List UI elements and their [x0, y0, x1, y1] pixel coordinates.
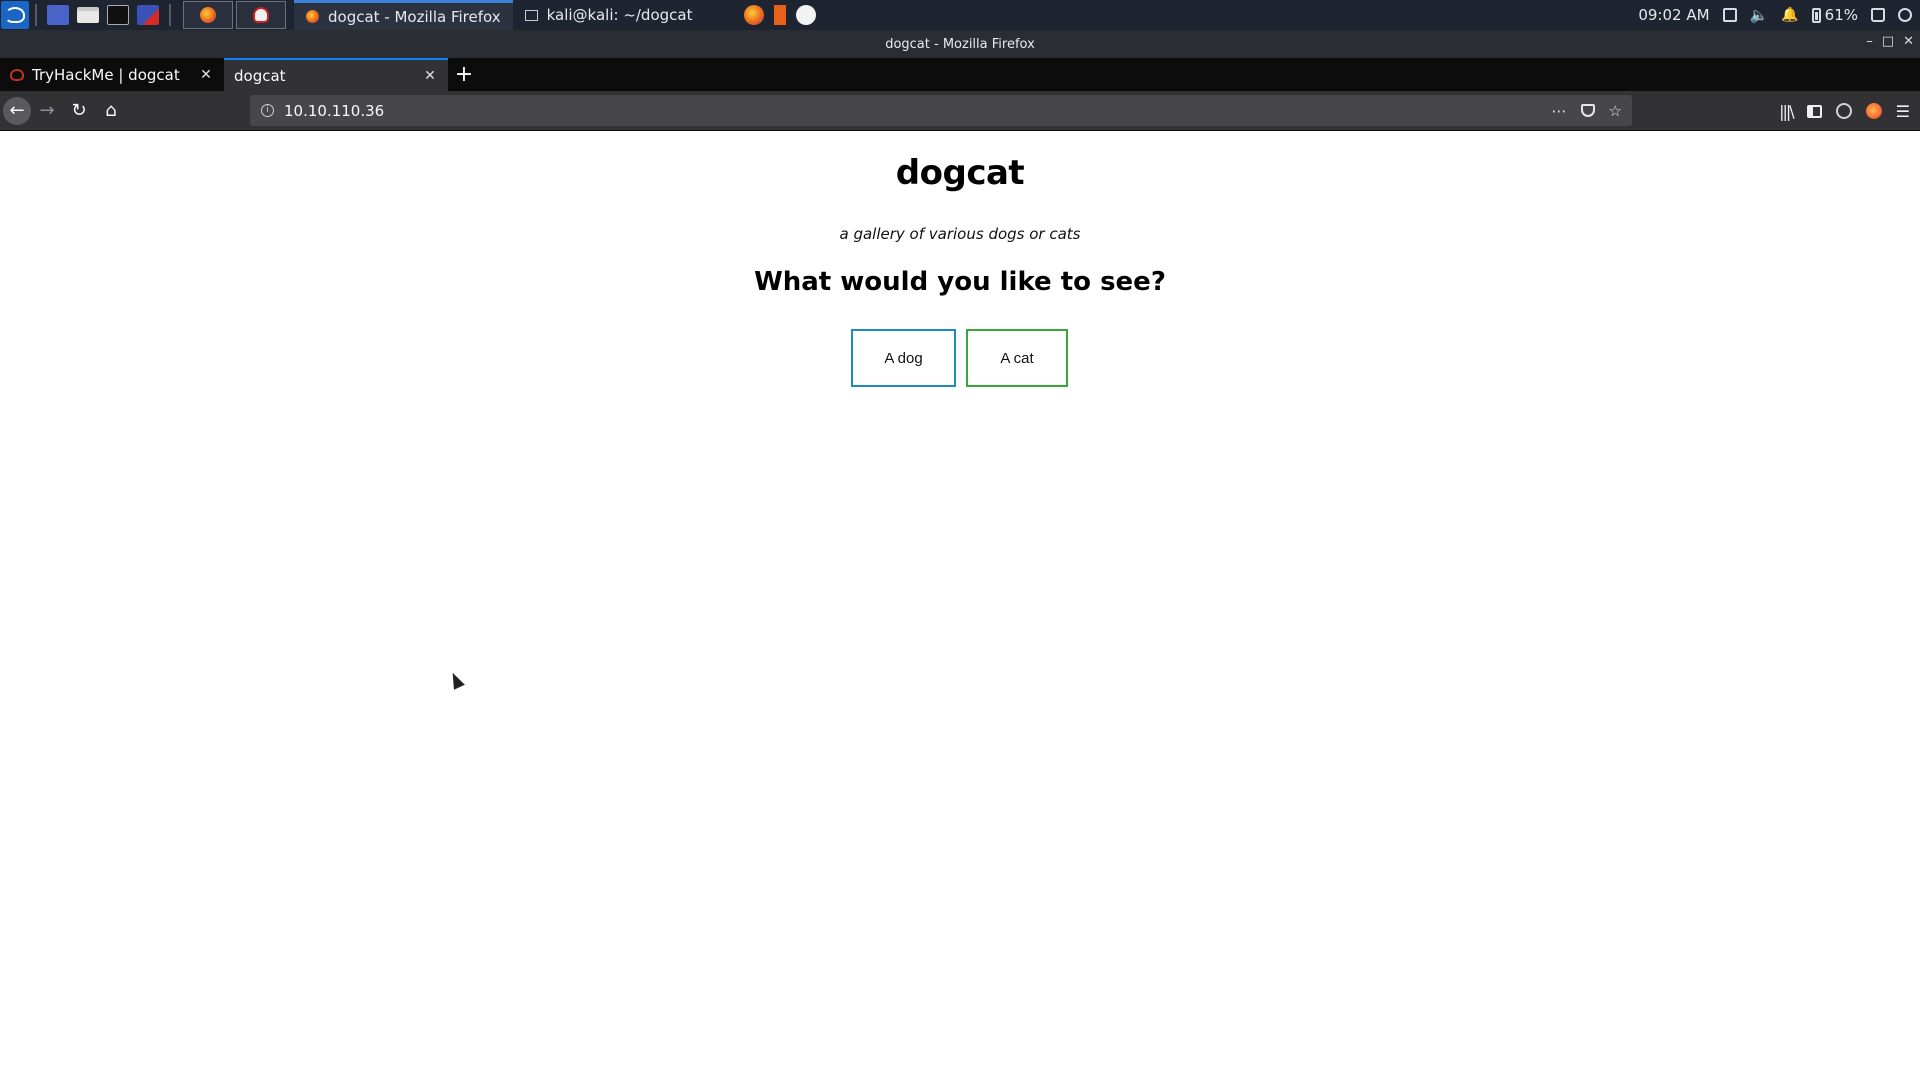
page-prompt: What would you like to see?: [754, 267, 1166, 297]
pinned-apps: [183, 1, 286, 29]
url-text[interactable]: 10.10.110.36: [284, 102, 384, 120]
battery-icon: [1811, 7, 1821, 23]
tab-tryhackme[interactable]: TryHackMe | dogcat ✕: [0, 58, 224, 91]
volume-icon[interactable]: 🔈: [1750, 6, 1769, 24]
page-title: dogcat: [895, 153, 1025, 193]
running-apps: [744, 5, 817, 25]
ghost-icon[interactable]: [796, 5, 817, 25]
firefox-icon: [200, 7, 216, 23]
maximize-icon[interactable]: □: [1882, 34, 1894, 49]
toolbar-right: |||\ ☰: [1779, 91, 1920, 131]
page-actions-icon[interactable]: ⋯: [1552, 102, 1567, 120]
battery-percent: 61%: [1824, 6, 1858, 24]
site-info-icon[interactable]: i: [261, 104, 274, 117]
show-desktop-icon[interactable]: [47, 5, 69, 25]
display-icon[interactable]: [1722, 8, 1737, 22]
url-bar[interactable]: i 10.10.110.36 ⋯ ☆: [250, 95, 1632, 126]
page-subtitle: a gallery of various dogs or cats: [839, 225, 1081, 243]
window-title: dogcat - Mozilla Firefox: [885, 36, 1035, 52]
menu-icon[interactable]: ☰: [1896, 102, 1910, 121]
firefox-launcher[interactable]: [183, 1, 233, 29]
battery-indicator[interactable]: 61%: [1811, 6, 1858, 24]
task-terminal[interactable]: kali@kali: ~/dogcat: [513, 0, 705, 30]
new-tab-button[interactable]: +: [448, 58, 480, 91]
account-icon[interactable]: [1835, 103, 1852, 119]
home-button[interactable]: ⌂: [95, 95, 127, 127]
system-panel: dogcat - Mozilla Firefox kali@kali: ~/do…: [0, 0, 1920, 30]
library-icon[interactable]: |||\: [1779, 102, 1795, 121]
tab-strip: TryHackMe | dogcat ✕ dogcat ✕ +: [0, 58, 1920, 91]
terminal-icon: [524, 9, 538, 21]
close-tab-icon[interactable]: ✕: [422, 68, 438, 84]
close-icon[interactable]: ✕: [1903, 34, 1914, 49]
forward-button[interactable]: →: [31, 95, 63, 127]
task-label: kali@kali: ~/dogcat: [546, 6, 693, 24]
ghost-icon: [253, 7, 269, 23]
terminal-icon[interactable]: [107, 5, 129, 25]
panel-separator: [169, 4, 171, 26]
notification-icon[interactable]: 🔔: [1781, 7, 1798, 23]
close-tab-icon[interactable]: ✕: [198, 67, 214, 83]
dog-button[interactable]: A dog: [851, 329, 956, 387]
sidebar-icon[interactable]: [1806, 104, 1822, 118]
screenshot-icon[interactable]: [137, 5, 159, 25]
tryhackme-icon: [10, 68, 24, 81]
task-firefox[interactable]: dogcat - Mozilla Firefox: [294, 0, 513, 30]
page-content: dogcat a gallery of various dogs or cats…: [0, 131, 1920, 1080]
back-button[interactable]: ←: [3, 96, 31, 125]
task-label: dogcat - Mozilla Firefox: [328, 7, 501, 26]
mouse-cursor: [447, 670, 465, 690]
ghost-launcher[interactable]: [236, 1, 286, 29]
cat-button[interactable]: A cat: [966, 329, 1068, 387]
power-icon[interactable]: [1898, 8, 1912, 22]
lock-icon[interactable]: [1871, 8, 1885, 22]
file-manager-icon[interactable]: [77, 7, 99, 23]
panel-separator: [35, 4, 37, 26]
tab-label: TryHackMe | dogcat: [32, 65, 180, 84]
system-tray: 09:02 AM 🔈 🔔 61%: [1638, 6, 1920, 24]
firefox-icon: [306, 10, 319, 23]
clock[interactable]: 09:02 AM: [1638, 6, 1709, 24]
tab-dogcat[interactable]: dogcat ✕: [224, 58, 448, 91]
window-titlebar: dogcat - Mozilla Firefox – □ ✕: [0, 30, 1920, 58]
kali-menu-icon[interactable]: [1, 1, 29, 29]
burp-icon[interactable]: [774, 5, 787, 25]
reload-button[interactable]: ↻: [63, 95, 95, 127]
firefox-icon[interactable]: [744, 5, 765, 25]
bookmark-star-icon[interactable]: ☆: [1609, 102, 1622, 120]
nav-toolbar: ← → ↻ ⌂ i 10.10.110.36 ⋯ ☆ |||\ ☰: [0, 91, 1920, 131]
minimize-icon[interactable]: –: [1866, 34, 1873, 49]
pocket-icon[interactable]: [1580, 104, 1595, 117]
tab-label: dogcat: [234, 66, 286, 85]
foxyproxy-icon[interactable]: [1865, 103, 1882, 119]
